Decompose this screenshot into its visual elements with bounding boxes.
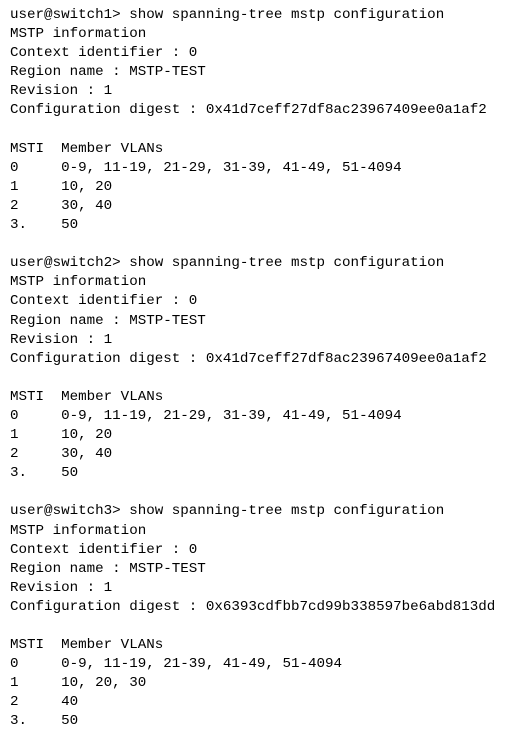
msti-table-row: 3. 50 bbox=[10, 217, 79, 234]
mstp-output-block: user@switch3> show spanning-tree mstp co… bbox=[10, 502, 525, 731]
mstp-info-heading: MSTP information bbox=[10, 274, 147, 291]
msti-table-row: 1 10, 20 bbox=[10, 178, 113, 195]
msti-table-row: 3. 50 bbox=[10, 465, 79, 482]
revision-line: Revision : 1 bbox=[10, 83, 113, 100]
context-identifier-line: Context identifier : 0 bbox=[10, 541, 198, 558]
msti-table-row: 0 0-9, 11-19, 21-29, 31-39, 41-49, 51-40… bbox=[10, 159, 402, 176]
context-identifier-line: Context identifier : 0 bbox=[10, 45, 198, 62]
mstp-info-heading: MSTP information bbox=[10, 26, 147, 43]
configuration-digest-line: Configuration digest : 0x41d7ceff27df8ac… bbox=[10, 102, 487, 119]
msti-table-row: 0 0-9, 11-19, 21-39, 41-49, 51-4094 bbox=[10, 656, 343, 673]
msti-table-row: 2 30, 40 bbox=[10, 446, 113, 463]
context-identifier-line: Context identifier : 0 bbox=[10, 293, 198, 310]
mstp-info-heading: MSTP information bbox=[10, 522, 147, 539]
command-prompt-line: user@switch2> show spanning-tree mstp co… bbox=[10, 255, 445, 272]
terminal-output[interactable]: user@switch1> show spanning-tree mstp co… bbox=[0, 0, 525, 729]
command-prompt-line: user@switch1> show spanning-tree mstp co… bbox=[10, 7, 445, 23]
region-name-line: Region name : MSTP-TEST bbox=[10, 312, 206, 329]
configuration-digest-line: Configuration digest : 0x6393cdfbb7cd99b… bbox=[10, 598, 496, 615]
block-separator bbox=[10, 483, 525, 502]
revision-line: Revision : 1 bbox=[10, 331, 113, 348]
region-name-line: Region name : MSTP-TEST bbox=[10, 64, 206, 81]
msti-table-row: 0 0-9, 11-19, 21-29, 31-39, 41-49, 51-40… bbox=[10, 407, 402, 424]
msti-table-header: MSTI Member VLANs bbox=[10, 140, 164, 157]
msti-table-row: 1 10, 20 bbox=[10, 427, 113, 444]
region-name-line: Region name : MSTP-TEST bbox=[10, 560, 206, 577]
mstp-output-block: user@switch2> show spanning-tree mstp co… bbox=[10, 254, 525, 483]
msti-table-row: 2 30, 40 bbox=[10, 197, 113, 214]
msti-table-row: 3. 50 bbox=[10, 713, 79, 730]
msti-table-header: MSTI Member VLANs bbox=[10, 388, 164, 405]
command-prompt-line: user@switch3> show spanning-tree mstp co… bbox=[10, 503, 445, 520]
mstp-output-block: user@switch1> show spanning-tree mstp co… bbox=[10, 6, 525, 235]
block-separator bbox=[10, 235, 525, 254]
msti-table-row: 1 10, 20, 30 bbox=[10, 675, 147, 692]
msti-table-row: 2 40 bbox=[10, 694, 79, 711]
msti-table-header: MSTI Member VLANs bbox=[10, 637, 164, 654]
revision-line: Revision : 1 bbox=[10, 579, 113, 596]
configuration-digest-line: Configuration digest : 0x41d7ceff27df8ac… bbox=[10, 350, 487, 367]
